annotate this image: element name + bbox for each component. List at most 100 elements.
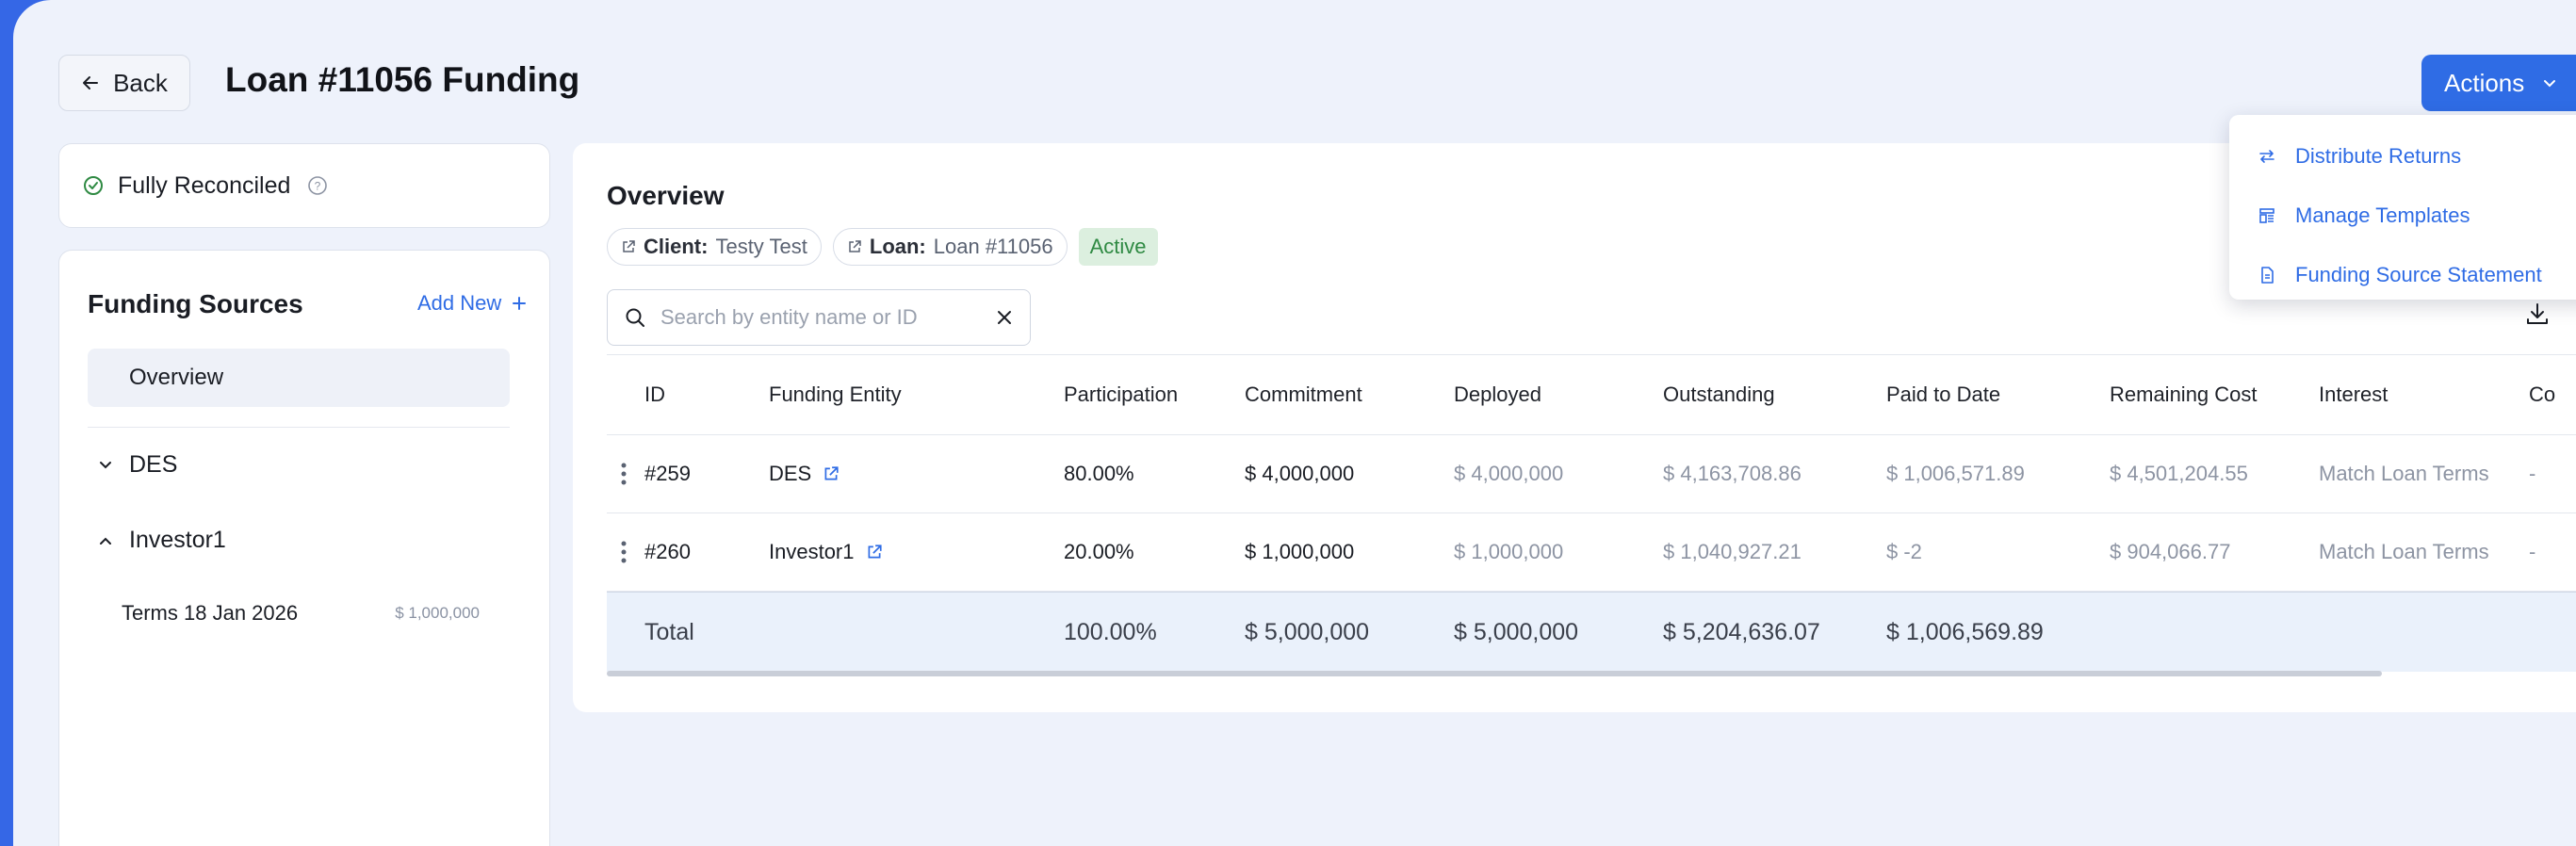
back-button[interactable]: Back (58, 55, 190, 111)
reconciliation-card: Fully Reconciled ? (58, 143, 550, 228)
sidebar-term-item[interactable]: Terms 18 Jan 2026 $ 1,000,000 (122, 601, 480, 626)
page-title: Loan #11056 Funding (225, 60, 580, 99)
overview-chips: Client: Testy Test Loan: Loan #11056 Act… (607, 228, 1158, 266)
cell-interest: Match Loan Terms (2319, 540, 2489, 563)
total-outstanding: $ 5,204,636.07 (1663, 618, 1820, 645)
cell-deployed: $ 4,000,000 (1454, 462, 1564, 485)
plus-icon (513, 297, 527, 310)
cell-outstanding: $ 1,040,927.21 (1663, 540, 1802, 563)
table-row[interactable]: #260 Investor1 20.00% $ 1,000,000 $ 1,00… (607, 513, 2576, 592)
actions-dropdown-menu: Distribute Returns Manage Templates Fund… (2229, 115, 2576, 300)
cell-outstanding: $ 4,163,708.86 (1663, 462, 1802, 485)
arrow-left-icon (83, 76, 99, 89)
overview-title: Overview (607, 181, 725, 210)
client-value: Testy Test (715, 235, 807, 258)
total-participation: 100.00% (1064, 618, 1157, 645)
menu-item-funding-source-statement[interactable]: Funding Source Statement (2229, 245, 2576, 304)
help-icon[interactable]: ? (307, 175, 328, 196)
column-header-id[interactable]: ID (644, 355, 665, 434)
cell-deployed: $ 1,000,000 (1454, 540, 1564, 563)
menu-item-label: Funding Source Statement (2295, 262, 2542, 286)
search-icon (626, 308, 644, 327)
term-amount: $ 1,000,000 (395, 604, 480, 622)
external-link-icon (849, 240, 861, 252)
entity-name: DES (769, 462, 812, 485)
add-new-button[interactable]: Add New (417, 291, 528, 316)
menu-item-manage-templates[interactable]: Manage Templates (2229, 186, 2576, 245)
cell-funding-entity: DES (769, 435, 840, 512)
total-label: Total (644, 618, 694, 645)
status-badge: Active (1078, 228, 1158, 266)
client-key: Client: (644, 235, 709, 258)
funding-sources-title: Funding Sources (88, 289, 303, 318)
add-new-label: Add New (417, 291, 502, 315)
kebab-menu-icon (621, 463, 627, 485)
reconciliation-status: Fully Reconciled (118, 171, 291, 199)
funding-table: ID Funding Entity Participation Commitme… (607, 354, 2576, 672)
column-header-deployed[interactable]: Deployed (1454, 355, 1541, 434)
actions-label: Actions (2444, 68, 2525, 97)
entity-name: Investor1 (769, 540, 855, 563)
client-chip[interactable]: Client: Testy Test (607, 228, 822, 266)
external-link-icon[interactable] (823, 465, 840, 482)
cell-remaining-cost: $ 4,501,204.55 (2110, 462, 2248, 485)
chevron-up-icon (100, 537, 111, 545)
kebab-menu-icon (621, 541, 627, 563)
back-label: Back (113, 68, 168, 97)
cell-paid-to-date: $ 1,006,571.89 (1886, 462, 2025, 485)
app-shell: Back Loan #11056 Funding Actions Distrib… (13, 0, 2576, 846)
cell-truncated: - (2529, 462, 2536, 485)
search-box (607, 289, 1031, 346)
svg-text:?: ? (315, 180, 321, 193)
table-row[interactable]: #259 DES 80.00% $ 4,000,000 $ 4,000,000 … (607, 435, 2576, 513)
total-paid-to-date: $ 1,006,569.89 (1886, 618, 2044, 645)
close-icon[interactable] (996, 309, 1013, 326)
column-header-participation[interactable]: Participation (1064, 355, 1178, 434)
template-icon (2259, 207, 2274, 223)
total-deployed: $ 5,000,000 (1454, 618, 1579, 645)
row-menu-icon[interactable] (620, 513, 628, 591)
loan-chip[interactable]: Loan: Loan #11056 (832, 228, 1068, 266)
table-header-row: ID Funding Entity Participation Commitme… (607, 354, 2576, 435)
loan-key: Loan: (869, 235, 926, 258)
sidebar-item-overview[interactable]: Overview (88, 349, 510, 407)
divider (88, 427, 510, 428)
column-header-truncated[interactable]: Co (2529, 355, 2555, 434)
funding-sources-panel: Funding Sources Add New Overview DES Inv… (58, 250, 550, 846)
total-commitment: $ 5,000,000 (1245, 618, 1370, 645)
document-icon (2261, 266, 2274, 284)
external-link-icon[interactable] (866, 544, 883, 561)
cell-remaining-cost: $ 904,066.77 (2110, 540, 2231, 563)
sidebar-group-label: Investor1 (129, 527, 226, 553)
cell-interest: Match Loan Terms (2319, 462, 2489, 485)
horizontal-scrollbar[interactable] (607, 671, 2382, 676)
actions-button[interactable]: Actions (2421, 55, 2576, 111)
column-header-paid-to-date[interactable]: Paid to Date (1886, 355, 2000, 434)
chevron-down-icon (2544, 80, 2556, 88)
column-header-remaining-cost[interactable]: Remaining Cost (2110, 355, 2258, 434)
cell-participation: 80.00% (1064, 462, 1134, 485)
cell-participation: 20.00% (1064, 540, 1134, 563)
check-circle-icon (84, 176, 103, 195)
sidebar-group-investor1[interactable]: Investor1 (97, 527, 226, 554)
cell-paid-to-date: $ -2 (1886, 540, 1922, 563)
menu-item-label: Manage Templates (2295, 203, 2470, 227)
cell-commitment: $ 4,000,000 (1245, 462, 1355, 485)
column-header-interest[interactable]: Interest (2319, 355, 2388, 434)
menu-item-distribute-returns[interactable]: Distribute Returns (2229, 126, 2576, 186)
search-input[interactable] (660, 305, 981, 330)
arrows-swap-icon (2259, 149, 2274, 163)
column-header-outstanding[interactable]: Outstanding (1663, 355, 1775, 434)
row-menu-icon[interactable] (620, 435, 628, 512)
cell-id: #259 (644, 462, 691, 485)
cell-commitment: $ 1,000,000 (1245, 540, 1355, 563)
download-icon[interactable] (2525, 301, 2550, 326)
external-link-icon (623, 240, 635, 252)
cell-funding-entity: Investor1 (769, 513, 883, 591)
column-header-commitment[interactable]: Commitment (1245, 355, 1362, 434)
table-total-row: Total 100.00% $ 5,000,000 $ 5,000,000 $ … (607, 592, 2576, 672)
sidebar-group-des[interactable]: DES (97, 451, 177, 479)
term-label: Terms 18 Jan 2026 (122, 601, 299, 625)
column-header-funding-entity[interactable]: Funding Entity (769, 355, 902, 434)
cell-truncated: - (2529, 540, 2536, 563)
